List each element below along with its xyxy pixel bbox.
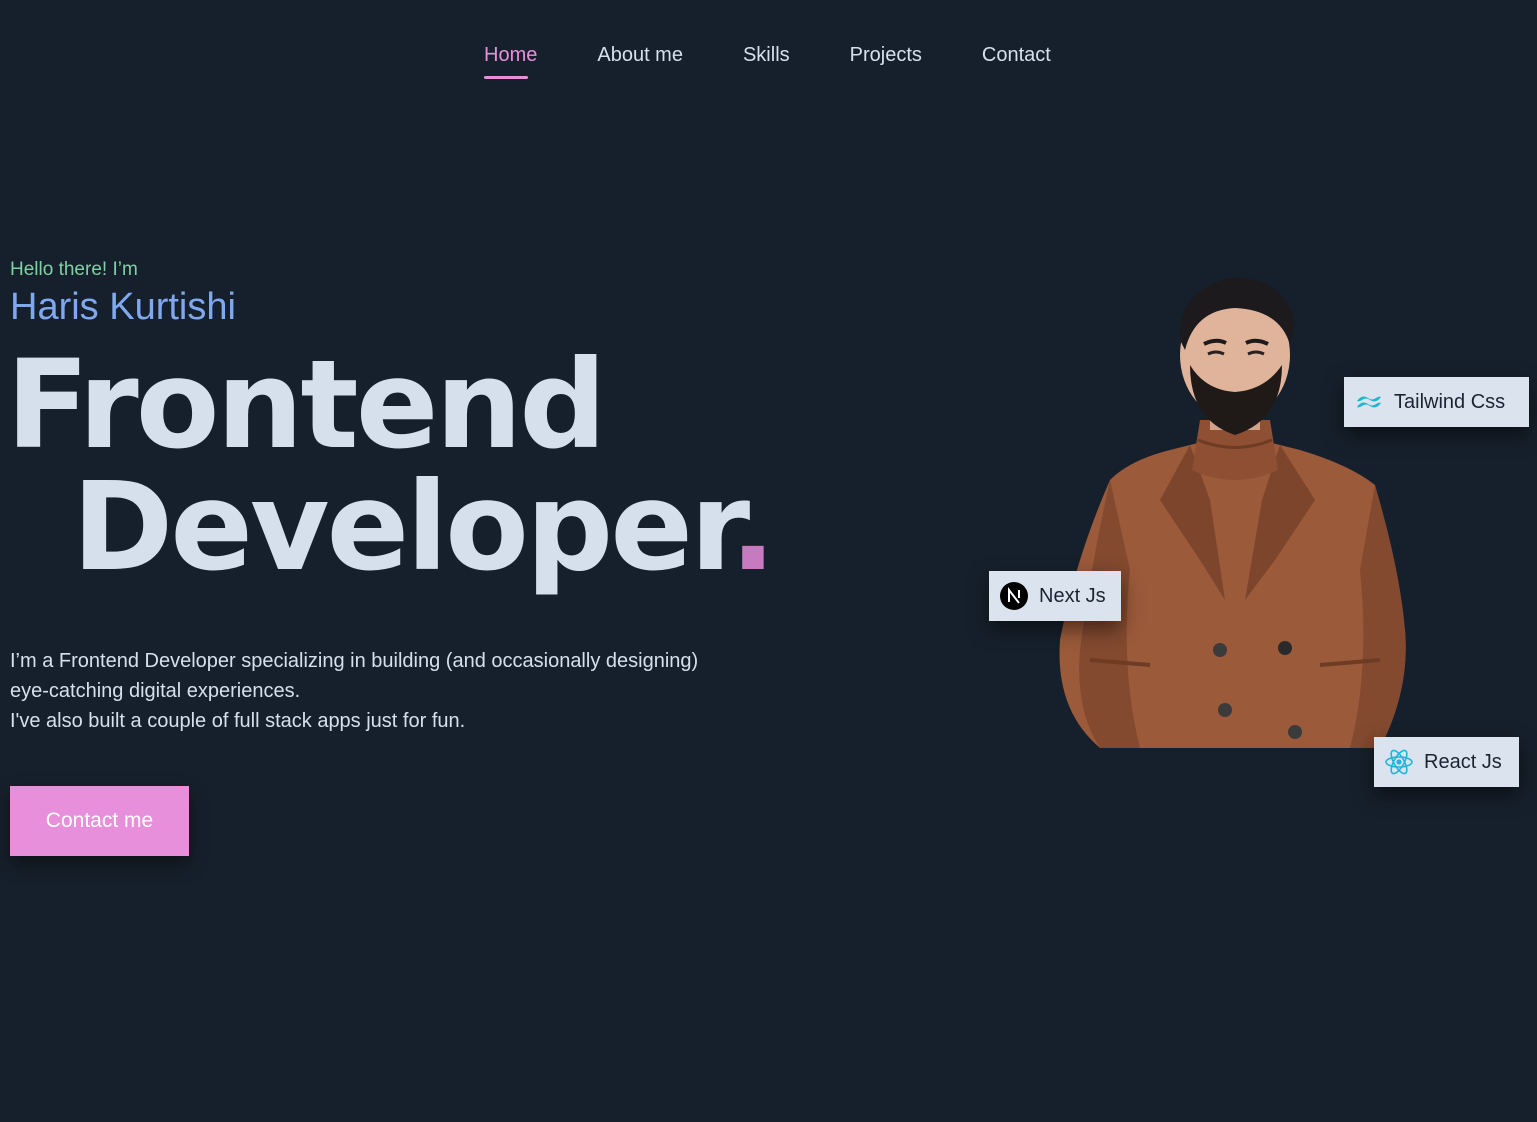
- hero-name: Haris Kurtishi: [10, 286, 236, 328]
- hero-title-word: Developer: [72, 456, 733, 598]
- nav-home[interactable]: Home: [484, 44, 537, 79]
- nav-projects[interactable]: Projects: [850, 44, 922, 71]
- contact-me-button[interactable]: Contact me: [10, 786, 189, 856]
- nav-contact[interactable]: Contact: [982, 44, 1051, 71]
- hero-greeting: Hello there! I’m: [10, 259, 138, 280]
- hero-title-line1: Frontend: [6, 334, 607, 476]
- badge-tailwind-label: Tailwind Css: [1394, 390, 1506, 413]
- hero-description: I’m a Frontend Developer specializing in…: [10, 646, 730, 736]
- badge-react-label: React Js: [1424, 750, 1502, 773]
- badge-tailwind: Tailwind Css: [1344, 377, 1529, 427]
- badge-react: React Js: [1374, 737, 1519, 787]
- hero-description-line2: I've also built a couple of full stack a…: [10, 710, 466, 732]
- nav-skills[interactable]: Skills: [743, 44, 790, 71]
- react-icon: [1384, 747, 1414, 777]
- main-nav: Home About me Skills Projects Contact: [484, 44, 1051, 79]
- page: Home About me Skills Projects Contact He…: [0, 0, 1537, 1122]
- tailwind-icon: [1354, 387, 1384, 417]
- nav-about[interactable]: About me: [597, 44, 683, 71]
- badge-next: Next Js: [989, 571, 1121, 621]
- hero-title-dot: .: [729, 456, 776, 598]
- badge-next-label: Next Js: [1039, 584, 1106, 607]
- hero-title-line2: Developer.: [72, 460, 776, 594]
- hero-description-line1: I’m a Frontend Developer specializing in…: [10, 650, 699, 702]
- portrait-image: [1059, 277, 1406, 748]
- nextjs-icon: [999, 581, 1029, 611]
